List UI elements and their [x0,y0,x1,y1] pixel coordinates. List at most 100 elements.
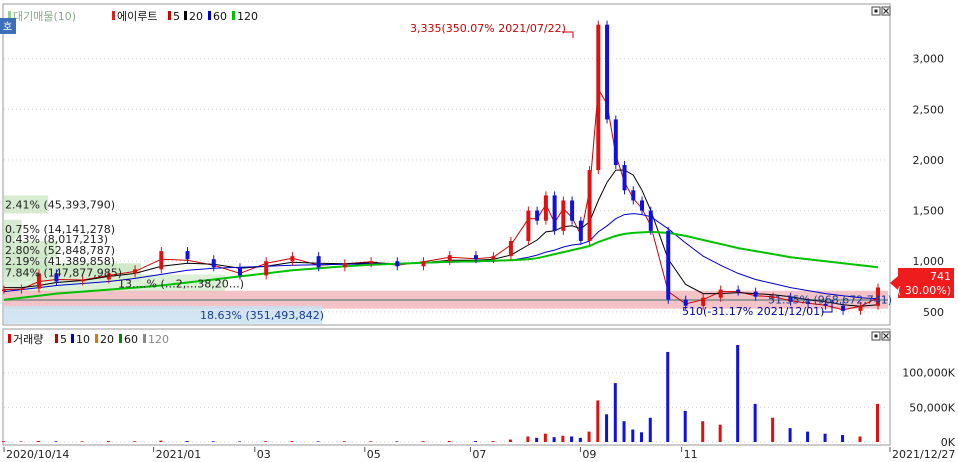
volume-bar [613,383,617,442]
stock-chart: 5001,0001,5002,0002,5003,000 0K50,000K10… [0,3,956,461]
volume-bar [19,441,23,442]
volume-bar [683,410,687,442]
volume-bar [395,441,399,442]
volume-bar [587,431,591,442]
volume-bar [753,403,757,442]
volume-profile-label: 13.…% (…2,…38,20…) [118,278,244,291]
candle [508,240,513,257]
volume-profile-label: 2.41% (45,393,790) [5,199,115,212]
legend-swatch [95,334,98,343]
current-price-change: ( 30.00%) [897,284,951,297]
volume-profile-label: 7.84% (147,877,985) [5,266,122,279]
legend-swatch [55,334,58,343]
volume-bar [36,440,40,442]
volume-bar [823,433,827,442]
legend-label: 120 [237,10,258,23]
legend-label: 20 [189,10,203,23]
date-axis: 2020/10/14 2021/01 03 05 07 09 11 2021/12/27 [3,447,955,461]
volume-bar [159,440,163,442]
date-tick-label: 2021/12/27 [892,448,955,461]
volume-bar [876,403,879,442]
candle [264,261,269,276]
legend-label: 10 [76,333,90,346]
candle [421,261,426,267]
candle [648,210,653,231]
candle [473,255,478,260]
legend-swatch [143,334,146,343]
volume-bar [631,429,635,442]
price-tick-label: 1,500 [913,205,945,218]
date-tick-label: 07 [472,448,486,461]
legend-label: 20 [100,333,114,346]
candle [526,210,531,241]
volume-bar [421,441,425,442]
volume-bar [526,436,530,442]
candle [570,200,575,221]
side-tab-label: 호 [3,21,12,33]
price-tick-label: 2,500 [913,103,945,116]
candle [631,190,636,201]
volume-bar [806,431,810,442]
candle [80,279,85,282]
volume-bar [54,441,58,442]
legend-swatch [112,11,115,20]
candle [552,195,557,231]
volume-bar [666,351,670,442]
volume-bar [788,428,792,442]
candle [447,255,452,262]
candle [19,288,24,291]
candle [578,220,583,241]
volume-bar [543,433,547,442]
candle [613,119,618,165]
price-tick-label: 2,000 [913,154,945,167]
volume-tick-label: 100,000K [902,367,955,380]
volume-bar [447,440,451,442]
volume-bar [290,441,294,442]
volume-panel-frame [2,328,891,446]
candle [718,289,723,298]
volume-bar [578,437,582,442]
price-legend: 대기매물(10) 에이루트 5 20 60 120 [8,10,258,23]
high-annotation: 3,335(350.07% 2021/07/22) [410,22,566,35]
legend-label: 5 [173,10,180,23]
volume-bar [473,441,477,442]
candle [596,24,601,171]
legend-swatch [168,11,171,20]
volume-bar [342,441,346,442]
date-tick-label: 05 [367,448,381,461]
volume-bar [640,432,644,442]
volume-bar [622,421,626,442]
volume-bar [858,436,862,442]
maximize-icon [874,334,878,338]
volume-profile-label: 18.63% (351,493,842) [200,309,324,322]
volume-tick-label: 50,000K [909,401,955,414]
candle [211,259,216,268]
maximize-icon [874,9,878,13]
volume-bar [596,400,600,442]
candle [605,24,610,120]
candle [369,261,374,264]
candle [587,170,592,241]
date-tick-label: 11 [684,448,698,461]
candle [237,267,242,276]
legend-swatch [208,11,211,20]
legend-label: 60 [124,333,138,346]
price-tick-label: 3,000 [913,53,945,66]
candle [342,263,347,268]
candle [543,195,548,221]
volume-axis: 0K50,000K100,000K [902,367,955,449]
volume-bar [106,441,110,442]
legend-swatch [71,334,74,343]
volume-bar [701,421,705,442]
candle [640,200,645,211]
candle [561,200,566,231]
volume-bar [80,441,84,442]
candle [753,291,758,297]
candle [316,256,321,268]
candle [395,261,400,267]
volume-bar [552,437,556,442]
volume-bar [316,441,320,442]
date-tick-label: 2020/10/14 [6,448,69,461]
volume-bar [185,441,189,442]
candle [290,256,295,262]
